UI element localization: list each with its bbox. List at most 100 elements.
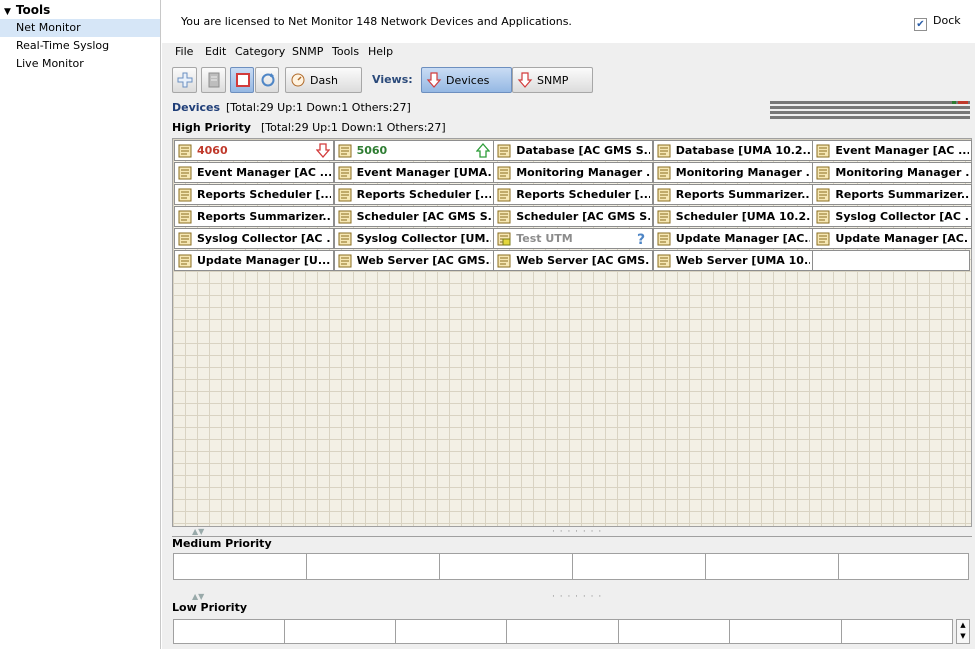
net-monitor-pane: You are licensed to Net Monitor 148 Netw… xyxy=(162,0,975,649)
device-tile-label: Event Manager [AC ... xyxy=(197,166,331,179)
device-icon xyxy=(178,188,192,202)
views-label: Views: xyxy=(372,73,413,86)
device-icon xyxy=(816,188,830,202)
device-tile[interactable]: Reports Scheduler [... xyxy=(493,184,654,205)
high-priority-header: High Priority [Total:29 Up:1 Down:1 Other… xyxy=(172,121,972,136)
low-priority-row xyxy=(173,619,953,644)
tree-item-net-monitor[interactable]: Net Monitor xyxy=(0,19,160,37)
menu-snmp[interactable]: SNMP xyxy=(292,45,323,58)
document-icon xyxy=(208,72,220,88)
medium-priority-row xyxy=(173,553,969,580)
device-tile[interactable]: Event Manager [AC ... xyxy=(812,140,973,161)
empty-slot xyxy=(706,554,839,579)
device-icon xyxy=(338,210,352,224)
splitter-arrows-icon[interactable]: ▲▼ xyxy=(192,592,204,601)
high-priority-title: High Priority xyxy=(172,121,251,134)
menu-category[interactable]: Category xyxy=(235,45,285,58)
low-priority-header: Low Priority xyxy=(172,601,972,616)
device-tile[interactable]: Update Manager [AC... xyxy=(652,228,813,249)
device-tile[interactable]: Update Manager [U... xyxy=(174,250,334,271)
empty-slot xyxy=(174,554,307,579)
empty-slot xyxy=(573,554,706,579)
device-tile-label: Update Manager [AC... xyxy=(835,232,970,245)
dock-label: Dock xyxy=(933,14,961,27)
device-tile[interactable]: Reports Summarizer... xyxy=(652,184,813,205)
menu-file[interactable]: File xyxy=(175,45,193,58)
down-segment xyxy=(958,101,968,104)
device-tile-label: Scheduler [AC GMS S... xyxy=(356,210,491,223)
device-tile[interactable]: Database [UMA 10.2... xyxy=(652,140,813,161)
spinner-control[interactable]: ▲ ▼ xyxy=(956,619,970,644)
device-tile[interactable]: Scheduler [AC GMS S... xyxy=(493,206,654,227)
device-tile[interactable]: Monitoring Manager ... xyxy=(652,162,813,183)
tools-tree: ▼ Tools Net Monitor Real-Time Syslog Live… xyxy=(0,0,161,649)
dash-button[interactable]: Dash xyxy=(285,67,362,93)
device-tile[interactable]: Test UTM? xyxy=(493,228,654,249)
device-tile[interactable]: Reports Scheduler [... xyxy=(333,184,494,205)
splitter-handle[interactable]: ▲▼ · · · · · · · xyxy=(172,527,972,537)
device-icon xyxy=(178,232,192,246)
empty-slot xyxy=(507,620,619,643)
properties-button[interactable] xyxy=(201,67,226,93)
refresh-icon xyxy=(261,73,275,87)
dock-checkbox[interactable]: ✔ Dock xyxy=(914,14,961,31)
spinner-down-icon[interactable]: ▼ xyxy=(957,631,969,642)
collapse-triangle-icon[interactable]: ▼ xyxy=(4,7,11,17)
device-tile[interactable]: Database [AC GMS S... xyxy=(493,140,654,161)
refresh-button[interactable] xyxy=(255,67,279,93)
checkmark-icon[interactable]: ✔ xyxy=(914,18,927,31)
device-tile[interactable]: Scheduler [UMA 10.2... xyxy=(652,206,813,227)
menu-help[interactable]: Help xyxy=(368,45,393,58)
devices-view-button[interactable]: Devices xyxy=(421,67,512,93)
device-tile[interactable]: Reports Summarizer... xyxy=(812,184,973,205)
device-icon xyxy=(657,188,671,202)
device-icon xyxy=(657,144,671,158)
snmp-view-button[interactable]: SNMP xyxy=(512,67,593,93)
device-tile[interactable]: Web Server [AC GMS... xyxy=(333,250,494,271)
device-icon xyxy=(657,232,671,246)
device-tile-label: 4060 xyxy=(197,144,228,157)
stop-button[interactable] xyxy=(230,67,254,93)
tree-item-real-time-syslog[interactable]: Real-Time Syslog xyxy=(0,37,160,55)
device-tile[interactable]: Event Manager [AC ... xyxy=(174,162,334,183)
device-tile-label: Update Manager [AC... xyxy=(675,232,810,245)
device-tile[interactable]: 4060 xyxy=(174,140,334,161)
device-tile-label: Web Server [AC GMS... xyxy=(516,254,651,267)
device-tile[interactable]: Monitoring Manager ... xyxy=(812,162,973,183)
device-tile[interactable]: Syslog Collector [AC ... xyxy=(812,206,973,227)
down-arrow-icon xyxy=(316,143,330,158)
device-tile[interactable]: Monitoring Manager ... xyxy=(493,162,654,183)
device-icon xyxy=(338,254,352,268)
device-tile[interactable]: Scheduler [AC GMS S... xyxy=(333,206,494,227)
device-tile[interactable]: Web Server [AC GMS... xyxy=(493,250,654,271)
add-button[interactable] xyxy=(172,67,197,93)
device-tile[interactable]: Reports Scheduler [... xyxy=(174,184,334,205)
license-text: You are licensed to Net Monitor 148 Netw… xyxy=(181,15,572,28)
menu-edit[interactable]: Edit xyxy=(205,45,226,58)
devices-title: Devices xyxy=(172,101,221,114)
tree-root-tools[interactable]: ▼ Tools xyxy=(4,2,50,18)
stop-icon xyxy=(236,73,250,87)
device-icon xyxy=(497,144,511,158)
tree-item-live-monitor[interactable]: Live Monitor xyxy=(0,55,160,73)
device-tile[interactable]: 5060 xyxy=(333,140,494,161)
device-tile[interactable]: Reports Summarizer... xyxy=(174,206,334,227)
device-tile[interactable]: Event Manager [UMA... xyxy=(333,162,494,183)
toolbar: Dash Views: Devices SNMP xyxy=(170,65,975,96)
device-tile-label: Reports Summarizer... xyxy=(197,210,331,223)
device-icon xyxy=(816,144,830,158)
device-icon xyxy=(657,210,671,224)
device-tile[interactable]: Syslog Collector [UM... xyxy=(333,228,494,249)
device-tile-label: Event Manager [UMA... xyxy=(356,166,491,179)
menu-tools[interactable]: Tools xyxy=(332,45,359,58)
device-tile[interactable]: Update Manager [AC... xyxy=(812,228,973,249)
empty-slot xyxy=(440,554,573,579)
device-tile[interactable]: Syslog Collector [AC ... xyxy=(174,228,334,249)
device-tile-label: Syslog Collector [AC ... xyxy=(197,232,331,245)
device-icon xyxy=(816,232,830,246)
medium-priority-header: Medium Priority xyxy=(172,536,972,551)
device-tile[interactable]: Web Server [UMA 10... xyxy=(652,250,813,271)
spinner-up-icon[interactable]: ▲ xyxy=(957,620,969,631)
splitter-arrows-icon[interactable]: ▲▼ xyxy=(192,527,204,536)
splitter-handle[interactable]: ▲▼ · · · · · · · xyxy=(172,592,972,602)
